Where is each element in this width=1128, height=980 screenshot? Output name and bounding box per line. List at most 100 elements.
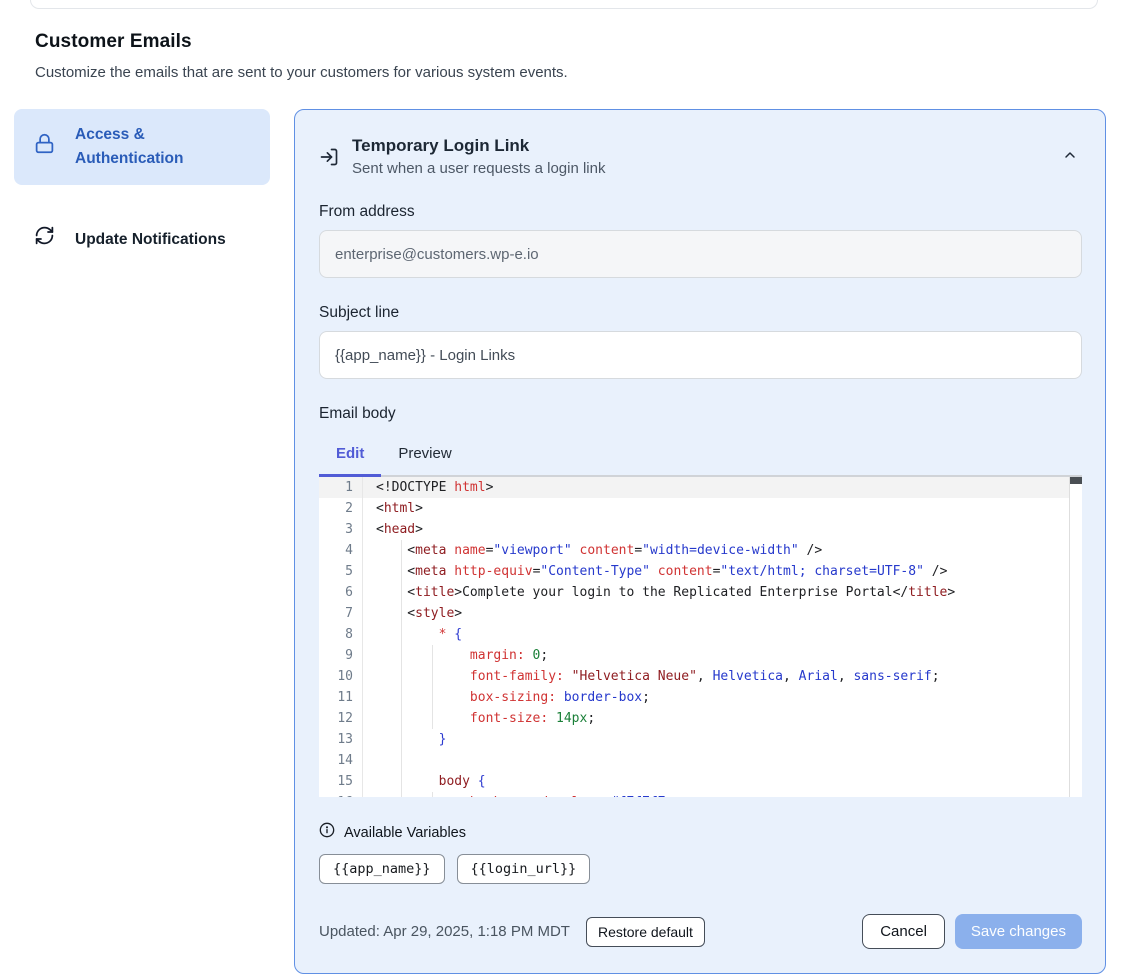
- page-description: Customize the emails that are sent to yo…: [35, 64, 1093, 81]
- indent-guide: [432, 708, 433, 729]
- line-number: 14: [319, 750, 363, 771]
- tab-edit[interactable]: Edit: [319, 432, 381, 475]
- line-number: 15: [319, 771, 363, 792]
- indent-guide: [401, 645, 402, 666]
- available-variables-header: Available Variables: [319, 822, 1082, 843]
- line-number: 7: [319, 603, 363, 624]
- code-line-content[interactable]: <style>: [363, 603, 1082, 624]
- indent-guide: [401, 666, 402, 687]
- code-line-content[interactable]: margin: 0;: [363, 645, 1082, 666]
- code-line[interactable]: 10 font-family: "Helvetica Neue", Helvet…: [319, 666, 1082, 687]
- page-header: Customer Emails Customize the emails tha…: [35, 31, 1093, 81]
- code-line-content[interactable]: <head>: [363, 519, 1082, 540]
- cancel-button[interactable]: Cancel: [862, 914, 945, 949]
- sidebar-item-label: Access & Authentication: [75, 123, 254, 171]
- panel-title: Temporary Login Link: [352, 136, 605, 156]
- sidebar-item-update-notifications[interactable]: Update Notifications: [14, 211, 270, 268]
- from-address-label: From address: [319, 203, 1082, 221]
- updated-timestamp: Updated: Apr 29, 2025, 1:18 PM MDT: [319, 923, 570, 940]
- code-line[interactable]: 2<html>: [319, 498, 1082, 519]
- line-number: 3: [319, 519, 363, 540]
- editor-scrollbar[interactable]: [1069, 477, 1082, 797]
- line-number: 11: [319, 687, 363, 708]
- email-settings-panel: Temporary Login Link Sent when a user re…: [294, 109, 1106, 974]
- code-line-content[interactable]: [363, 750, 1082, 771]
- indent-guide: [401, 561, 402, 582]
- line-number: 2: [319, 498, 363, 519]
- sidebar-item-access-authentication[interactable]: Access & Authentication: [14, 109, 270, 185]
- collapse-button[interactable]: [1058, 143, 1082, 170]
- indent-guide: [401, 708, 402, 729]
- line-number: 8: [319, 624, 363, 645]
- code-line[interactable]: 15 body {: [319, 771, 1082, 792]
- code-line-content[interactable]: body {: [363, 771, 1082, 792]
- previous-card-bottom-edge: [30, 0, 1098, 9]
- code-line-content[interactable]: font-family: "Helvetica Neue", Helvetica…: [363, 666, 1082, 687]
- code-line[interactable]: 1<!DOCTYPE html>: [319, 477, 1082, 498]
- tab-preview[interactable]: Preview: [381, 432, 468, 475]
- code-line-content[interactable]: <!DOCTYPE html>: [363, 477, 1082, 498]
- indent-guide: [432, 666, 433, 687]
- line-number: 9: [319, 645, 363, 666]
- code-line-content[interactable]: }: [363, 729, 1082, 750]
- indent-guide: [401, 624, 402, 645]
- variable-chip-login-url[interactable]: {{login_url}}: [457, 854, 591, 884]
- indent-guide: [401, 750, 402, 771]
- line-number: 12: [319, 708, 363, 729]
- code-lines: 1<!DOCTYPE html>2<html>3<head>4 <meta na…: [319, 477, 1082, 797]
- panel-titles: Temporary Login Link Sent when a user re…: [352, 136, 605, 177]
- indent-guide: [401, 603, 402, 624]
- code-line-content[interactable]: box-sizing: border-box;: [363, 687, 1082, 708]
- indent-guide: [432, 645, 433, 666]
- code-line[interactable]: 16 background-color: #f7f7f7;: [319, 792, 1082, 797]
- code-line[interactable]: 11 box-sizing: border-box;: [319, 687, 1082, 708]
- line-number: 6: [319, 582, 363, 603]
- code-line[interactable]: 6 <title>Complete your login to the Repl…: [319, 582, 1082, 603]
- code-line-content[interactable]: <title>Complete your login to the Replic…: [363, 582, 1082, 603]
- code-line-content[interactable]: <meta name="viewport" content="width=dev…: [363, 540, 1082, 561]
- email-body-label: Email body: [319, 405, 1082, 423]
- panel-subtitle: Sent when a user requests a login link: [352, 160, 605, 177]
- save-changes-button[interactable]: Save changes: [955, 914, 1082, 949]
- variable-chips: {{app_name}} {{login_url}}: [319, 854, 1082, 884]
- indent-guide: [401, 792, 402, 797]
- chevron-up-icon: [1062, 151, 1078, 166]
- code-editor[interactable]: 1<!DOCTYPE html>2<html>3<head>4 <meta na…: [319, 475, 1082, 797]
- code-line[interactable]: 13 }: [319, 729, 1082, 750]
- code-line[interactable]: 9 margin: 0;: [319, 645, 1082, 666]
- code-line[interactable]: 5 <meta http-equiv="Content-Type" conten…: [319, 561, 1082, 582]
- code-line-content[interactable]: * {: [363, 624, 1082, 645]
- code-line-content[interactable]: <meta http-equiv="Content-Type" content=…: [363, 561, 1082, 582]
- indent-guide: [401, 729, 402, 750]
- sidebar: Access & Authentication Update Notificat…: [14, 109, 270, 268]
- line-number: 5: [319, 561, 363, 582]
- line-number: 13: [319, 729, 363, 750]
- code-line[interactable]: 3<head>: [319, 519, 1082, 540]
- indent-guide: [401, 687, 402, 708]
- editor-scrollbar-thumb[interactable]: [1070, 477, 1082, 484]
- code-line[interactable]: 7 <style>: [319, 603, 1082, 624]
- page-title: Customer Emails: [35, 31, 1093, 53]
- variable-chip-app-name[interactable]: {{app_name}}: [319, 854, 445, 884]
- line-number: 4: [319, 540, 363, 561]
- sidebar-item-label: Update Notifications: [75, 228, 226, 252]
- line-number: 10: [319, 666, 363, 687]
- from-address-field[interactable]: [319, 230, 1082, 278]
- code-line[interactable]: 4 <meta name="viewport" content="width=d…: [319, 540, 1082, 561]
- code-line-content[interactable]: font-size: 14px;: [363, 708, 1082, 729]
- code-line-content[interactable]: background-color: #f7f7f7;: [363, 792, 1082, 797]
- indent-guide: [432, 687, 433, 708]
- code-line[interactable]: 8 * {: [319, 624, 1082, 645]
- code-line[interactable]: 12 font-size: 14px;: [319, 708, 1082, 729]
- indent-guide: [401, 771, 402, 792]
- email-body-tabs: Edit Preview: [319, 432, 1082, 475]
- lock-icon: [34, 133, 55, 162]
- restore-default-button[interactable]: Restore default: [586, 917, 705, 947]
- code-line[interactable]: 14: [319, 750, 1082, 771]
- indent-guide: [401, 582, 402, 603]
- subject-line-field[interactable]: [319, 331, 1082, 379]
- content-area: Access & Authentication Update Notificat…: [14, 109, 1106, 974]
- code-line-content[interactable]: <html>: [363, 498, 1082, 519]
- refresh-icon: [34, 225, 55, 254]
- info-icon: [319, 822, 335, 843]
